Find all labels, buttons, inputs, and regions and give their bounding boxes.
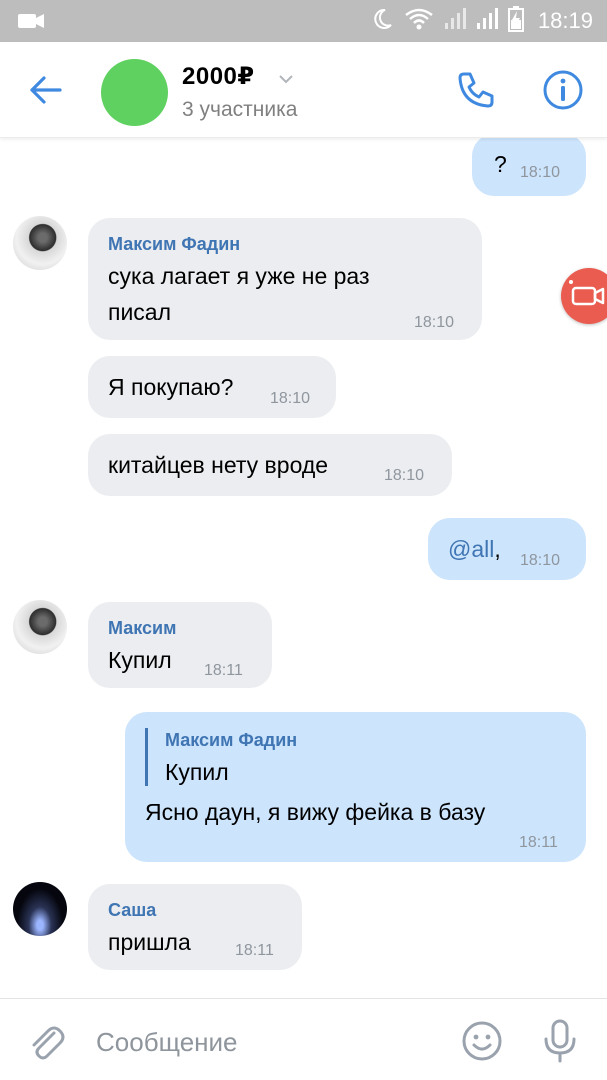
battery-charging-icon [507,5,524,37]
attach-button[interactable] [24,1019,68,1063]
message-text: ? [494,151,507,177]
signal-icon-2 [476,7,498,36]
video-message-button[interactable] [561,268,607,324]
message-bubble[interactable]: Максим Фадин Купил Ясно даун, я вижу фей… [125,712,586,862]
message-text: писал [108,299,172,325]
message-text: Купил [108,647,172,673]
message-bubble[interactable]: Максим Купил 18:11 [88,602,272,688]
message-time: 18:10 [414,314,455,331]
chat-title[interactable]: 2000₽ [182,62,255,91]
message-time: 18:11 [235,942,274,959]
message-bubble[interactable]: ? 18:10 [472,138,586,196]
message-input[interactable] [96,1023,426,1061]
message-sender: Саша [108,900,157,920]
microphone-icon [544,1019,576,1063]
message-text: пришла [108,929,191,955]
message-sender: Максим Фадин [108,234,241,254]
chat-header: 2000₽ 3 участника [0,42,607,138]
arrow-left-icon [30,76,62,104]
phone-icon [458,72,494,108]
avatar[interactable] [13,600,67,654]
chat-avatar[interactable] [101,59,168,126]
message-text: @all, [448,536,501,562]
moon-icon [370,7,394,36]
message-bubble[interactable]: Саша пришла 18:11 [88,884,302,970]
smiley-icon [462,1021,502,1061]
video-camera-icon [569,280,605,306]
voice-message-button[interactable] [538,1017,582,1065]
video-camera-icon [18,12,44,35]
message-text: Я покупаю? [108,374,234,400]
emoji-button[interactable] [460,1019,504,1063]
message-time: 18:11 [204,662,243,679]
message-time: 18:10 [270,390,311,407]
message-text: Ясно даун, я вижу фейка в базу [145,799,486,825]
message-time: 18:10 [384,467,425,484]
message-list[interactable]: ? 18:10 Максим Фадин сука лагает я уже н… [0,138,607,998]
message-composer [0,998,607,1080]
chat-members-count[interactable]: 3 участника [182,98,297,122]
chevron-down-icon[interactable] [278,72,294,90]
reply-sender: Максим Фадин [165,730,298,750]
avatar[interactable] [13,882,67,936]
wifi-icon [404,7,434,36]
message-time: 18:10 [520,164,561,181]
info-icon [543,70,583,110]
message-sender: Максим [108,618,177,638]
reply-quote-bar [145,728,148,786]
back-button[interactable] [24,70,68,110]
paperclip-icon [32,1026,65,1060]
message-text: китайцев нету вроде [108,452,329,478]
message-bubble[interactable]: китайцев нету вроде 18:10 [88,434,452,496]
avatar[interactable] [13,216,67,270]
message-bubble[interactable]: Максим Фадин сука лагает я уже не раз пи… [88,218,482,340]
mention-link[interactable]: @all [448,536,494,562]
call-button[interactable] [454,68,498,112]
message-time: 18:10 [520,552,561,569]
clock: 18:19 [537,8,593,33]
message-bubble[interactable]: Я покупаю? 18:10 [88,356,336,418]
message-time: 18:11 [519,834,558,851]
message-text: сука лагает я уже не раз [108,263,370,289]
reply-text: Купил [165,759,229,785]
message-bubble[interactable]: @all, 18:10 [428,518,586,580]
info-button[interactable] [541,68,585,112]
status-bar: 18:19 [0,0,607,42]
signal-icon-1 [444,7,466,36]
